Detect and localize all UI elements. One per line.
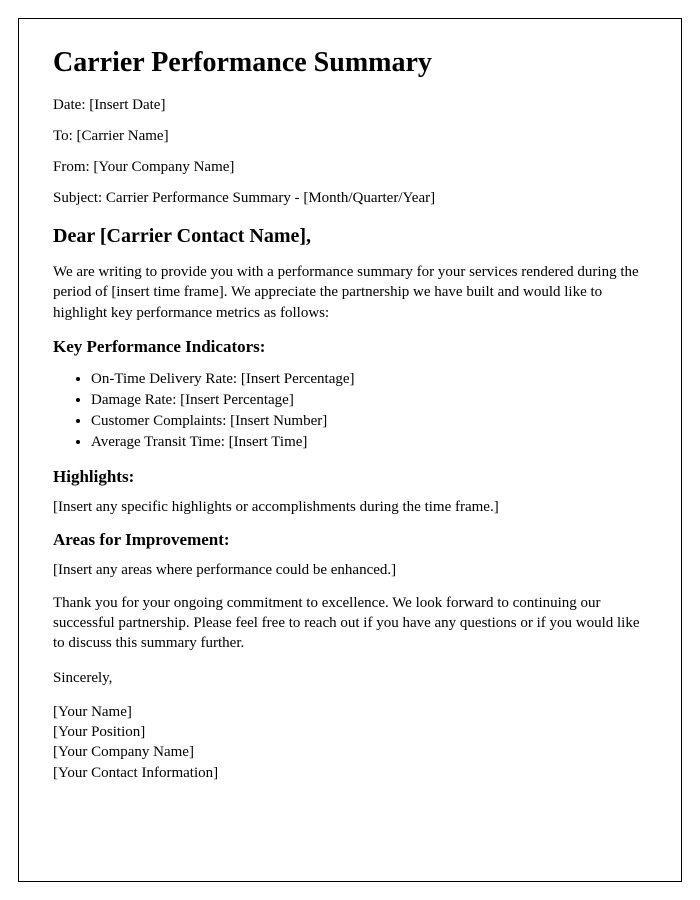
signature-contact: [Your Contact Information] — [53, 763, 647, 783]
list-item: Average Transit Time: [Insert Time] — [91, 432, 647, 453]
signature-block: [Your Name] [Your Position] [Your Compan… — [53, 702, 647, 783]
document-frame: Carrier Performance Summary Date: [Inser… — [18, 18, 682, 882]
meta-to: To: [Carrier Name] — [53, 128, 647, 145]
signature-position: [Your Position] — [53, 722, 647, 742]
highlights-body: [Insert any specific highlights or accom… — [53, 499, 647, 516]
page-title: Carrier Performance Summary — [53, 47, 647, 79]
intro-paragraph: We are writing to provide you with a per… — [53, 262, 647, 323]
signature-name: [Your Name] — [53, 702, 647, 722]
signature-company: [Your Company Name] — [53, 742, 647, 762]
signoff: Sincerely, — [53, 668, 647, 688]
meta-from: From: [Your Company Name] — [53, 159, 647, 176]
kpi-heading: Key Performance Indicators: — [53, 337, 647, 357]
highlights-heading: Highlights: — [53, 467, 647, 487]
list-item: Customer Complaints: [Insert Number] — [91, 411, 647, 432]
closing-paragraph: Thank you for your ongoing commitment to… — [53, 593, 647, 654]
kpi-list: On-Time Delivery Rate: [Insert Percentag… — [53, 369, 647, 453]
meta-subject: Subject: Carrier Performance Summary - [… — [53, 190, 647, 207]
list-item: On-Time Delivery Rate: [Insert Percentag… — [91, 369, 647, 390]
improvement-body: [Insert any areas where performance coul… — [53, 562, 647, 579]
meta-date: Date: [Insert Date] — [53, 97, 647, 114]
improvement-heading: Areas for Improvement: — [53, 530, 647, 550]
salutation: Dear [Carrier Contact Name], — [53, 225, 647, 248]
list-item: Damage Rate: [Insert Percentage] — [91, 390, 647, 411]
